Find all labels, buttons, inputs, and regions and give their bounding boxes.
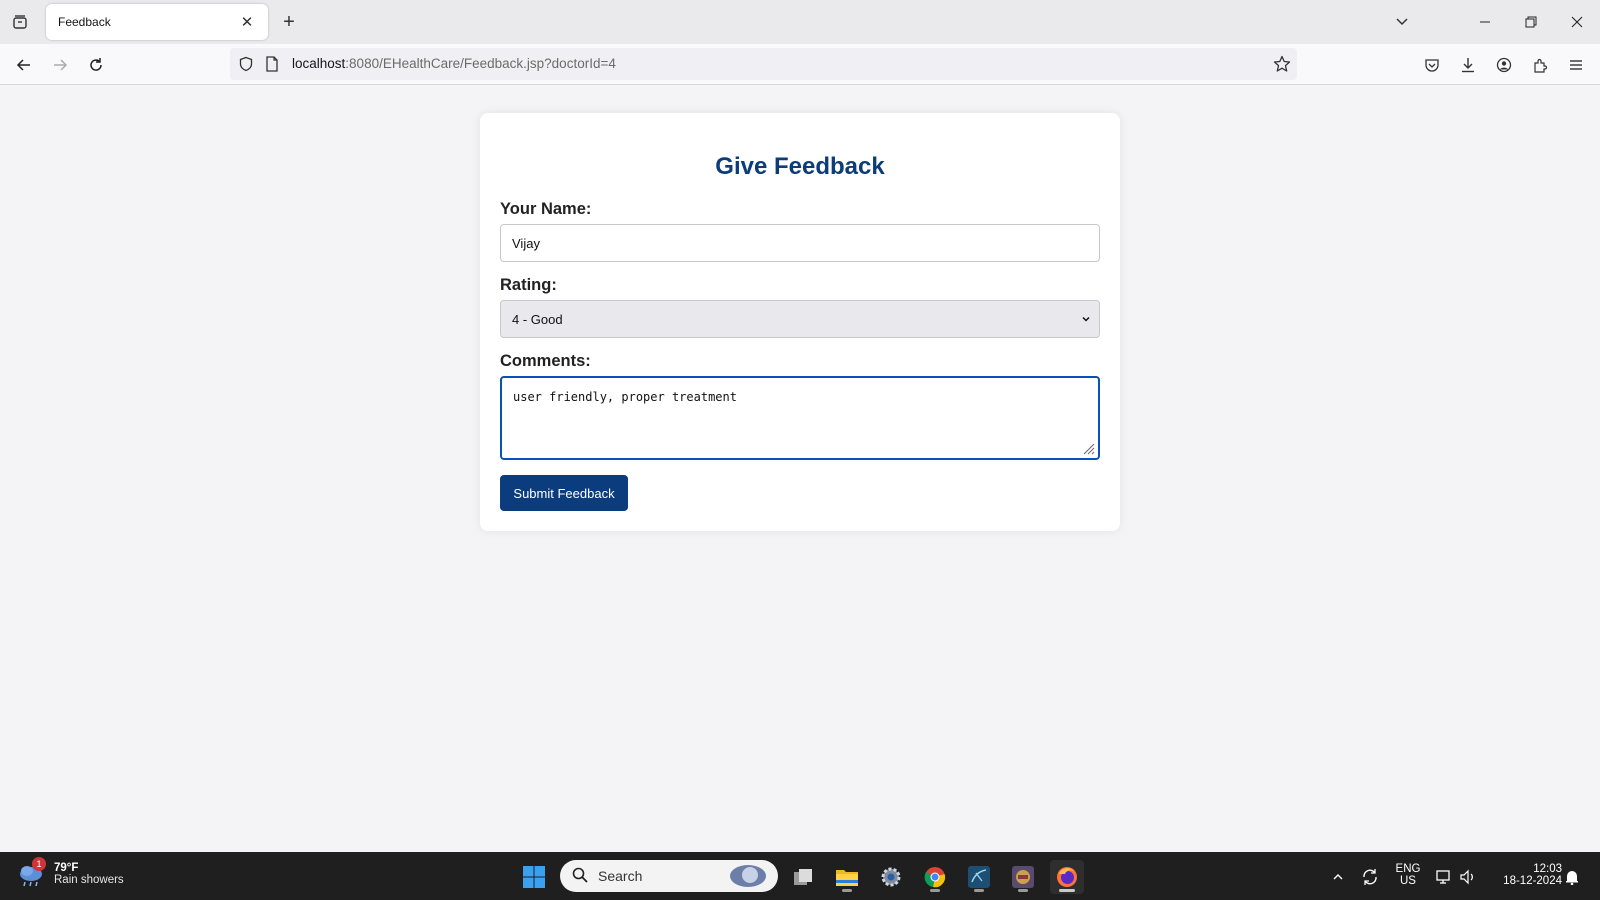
search-placeholder: Search — [598, 868, 643, 884]
comments-value: user friendly, proper treatment — [513, 390, 737, 404]
address-bar[interactable]: localhost:8080/EHealthCare/Feedback.jsp?… — [230, 48, 1297, 80]
search-highlight-icon — [726, 864, 770, 891]
java-app-icon[interactable] — [1006, 860, 1040, 894]
name-label: Your Name: — [500, 200, 592, 218]
extensions-icon[interactable] — [1526, 51, 1554, 79]
comments-label: Comments: — [500, 352, 591, 370]
chevron-up-icon[interactable] — [1328, 867, 1348, 887]
pocket-icon[interactable] — [1418, 51, 1446, 79]
mysql-workbench-icon[interactable] — [962, 860, 996, 894]
browser-nav-bar: localhost:8080/EHealthCare/Feedback.jsp?… — [0, 44, 1600, 85]
rating-selected-value: 4 - Good — [512, 311, 563, 327]
name-input[interactable]: Vijay — [500, 224, 1100, 262]
page-title: Give Feedback — [715, 153, 885, 180]
new-tab-icon[interactable]: + — [277, 11, 301, 35]
url-host: localhost — [292, 56, 346, 71]
reload-icon[interactable] — [82, 51, 110, 79]
file-explorer-icon[interactable] — [830, 860, 864, 894]
clock-date: 18-12-2024 — [1503, 875, 1562, 887]
name-input-value: Vijay — [512, 235, 540, 251]
url-path: :8080/EHealthCare/Feedback.jsp?doctorId=… — [345, 56, 616, 71]
account-icon[interactable] — [1490, 51, 1518, 79]
chevron-down-icon — [1081, 312, 1091, 327]
language-code: ENG — [1395, 863, 1421, 875]
url-text: localhost:8080/EHealthCare/Feedback.jsp?… — [292, 56, 616, 71]
weather-widget[interactable]: 1 79°F Rain showers — [16, 857, 124, 889]
restore-icon[interactable] — [1508, 6, 1554, 38]
rating-select[interactable]: 4 - Good — [500, 300, 1100, 338]
language-indicator[interactable]: ENG US — [1395, 863, 1421, 887]
running-indicator — [842, 889, 852, 892]
bookmark-star-icon[interactable] — [1272, 54, 1292, 74]
windows-taskbar: 1 79°F Rain showers Search ENG US 12:03 … — [0, 852, 1600, 900]
keyboard-region: US — [1400, 875, 1416, 887]
comments-textarea[interactable]: user friendly, proper treatment — [500, 376, 1100, 460]
rating-label: Rating: — [500, 276, 557, 294]
taskbar-search-box[interactable]: Search — [560, 860, 778, 892]
resize-handle-icon[interactable] — [1083, 443, 1095, 455]
settings-gear-icon[interactable] — [874, 860, 908, 894]
menu-icon[interactable] — [1562, 51, 1590, 79]
weather-desc: Rain showers — [54, 874, 124, 886]
network-icon[interactable] — [1434, 867, 1454, 887]
active-indicator — [1059, 889, 1075, 892]
firefox-icon[interactable] — [1050, 860, 1084, 894]
forward-arrow-icon[interactable] — [46, 51, 74, 79]
feedback-card: Give Feedback Your Name: Vijay Rating: 4… — [480, 113, 1120, 531]
shield-icon[interactable] — [236, 54, 256, 74]
clock[interactable]: 12:03 18-12-2024 — [1490, 863, 1562, 887]
tab-list-icon[interactable] — [8, 10, 32, 34]
chevron-down-icon[interactable] — [1390, 10, 1414, 34]
running-indicator — [930, 889, 940, 892]
rain-cloud-icon: 1 — [16, 857, 46, 889]
submit-feedback-button[interactable]: Submit Feedback — [500, 475, 628, 511]
sync-icon[interactable] — [1360, 867, 1380, 887]
running-indicator — [1018, 889, 1028, 892]
volume-icon[interactable] — [1458, 867, 1478, 887]
close-tab-icon[interactable]: ✕ — [238, 13, 256, 31]
minimize-icon[interactable] — [1462, 6, 1508, 38]
download-icon[interactable] — [1454, 51, 1482, 79]
page-icon[interactable] — [262, 54, 282, 74]
task-view-icon[interactable] — [786, 860, 820, 894]
tab-title: Feedback — [58, 15, 111, 29]
notification-bell-icon[interactable] — [1562, 867, 1582, 887]
weather-badge: 1 — [32, 857, 46, 871]
clock-time: 12:03 — [1533, 863, 1562, 875]
browser-tab-strip: Feedback ✕ + — [0, 0, 1600, 44]
weather-temp: 79°F — [54, 862, 79, 874]
windows-start-icon[interactable] — [517, 860, 551, 894]
close-window-icon[interactable] — [1554, 6, 1600, 38]
running-indicator — [974, 889, 984, 892]
chrome-icon[interactable] — [918, 860, 952, 894]
browser-tab[interactable]: Feedback ✕ — [46, 4, 268, 40]
back-arrow-icon[interactable] — [10, 51, 38, 79]
search-icon — [572, 867, 588, 886]
